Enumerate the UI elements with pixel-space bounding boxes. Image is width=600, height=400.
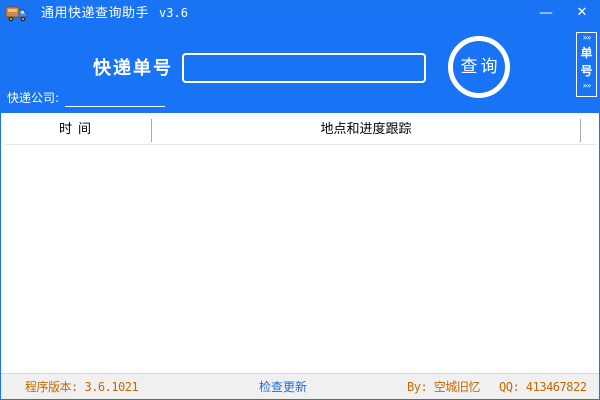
minimize-button[interactable]: — bbox=[535, 3, 557, 23]
program-version-text: 程序版本: 3.6.1021 bbox=[25, 380, 139, 394]
results-table-body bbox=[5, 146, 597, 371]
tracking-number-side-tab[interactable]: »» 单 号 »» bbox=[576, 32, 597, 97]
header-panel: 通用快递查询助手 v3.6 — ✕ 快递单号 查询 »» 单 号 »» 快递公司: bbox=[1, 1, 599, 113]
status-footer: 程序版本: 3.6.1021 检查更新 By: 空城旧忆 QQ: 4134678… bbox=[1, 373, 599, 399]
side-tab-label-2: 号 bbox=[580, 64, 593, 78]
column-header-time[interactable]: 时间 bbox=[5, 115, 151, 144]
tracking-number-input[interactable] bbox=[182, 53, 426, 83]
side-tab-label-1: 单 bbox=[580, 46, 593, 60]
courier-company-field bbox=[65, 91, 165, 107]
tracking-number-label: 快递单号 bbox=[93, 58, 173, 79]
check-update-link[interactable]: 检查更新 bbox=[259, 379, 307, 395]
column-header-tracking[interactable]: 地点和进度跟踪 bbox=[152, 115, 580, 144]
qq-contact-text: QQ: 413467822 bbox=[499, 380, 587, 394]
delivery-truck-icon bbox=[5, 6, 28, 22]
column-divider[interactable] bbox=[580, 119, 581, 142]
app-version: v3.6 bbox=[159, 6, 188, 20]
query-button[interactable]: 查询 bbox=[448, 36, 510, 98]
author-text: By: 空城旧忆 bbox=[407, 380, 480, 394]
results-table-header: 时间 地点和进度跟踪 bbox=[5, 115, 597, 145]
app-window: 通用快递查询助手 v3.6 — ✕ 快递单号 查询 »» 单 号 »» 快递公司:… bbox=[0, 0, 600, 400]
close-button[interactable]: ✕ bbox=[571, 3, 593, 23]
app-title: 通用快递查询助手 bbox=[41, 6, 150, 21]
window-title: 通用快递查询助手 v3.6 bbox=[41, 4, 188, 23]
courier-company-label: 快递公司: bbox=[7, 91, 60, 105]
chevron-right-icon: »» bbox=[582, 81, 592, 90]
chevron-right-icon: »» bbox=[582, 33, 592, 42]
